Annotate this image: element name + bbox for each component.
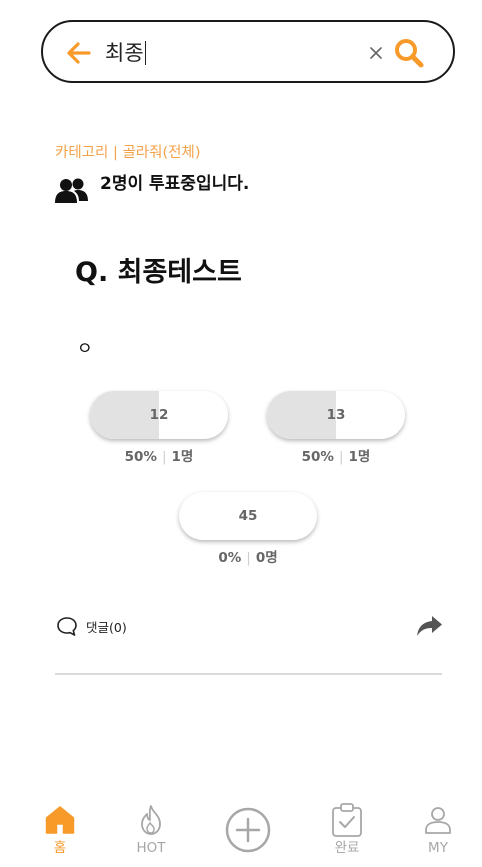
vote-option-2[interactable]: 13 50% | 1명 <box>267 391 405 465</box>
stats-separator: | <box>246 550 251 566</box>
nav-add[interactable] <box>213 797 283 867</box>
home-icon <box>45 806 75 834</box>
bottom-nav: 홈 HOT 완료 MY <box>0 797 482 867</box>
search-query-text: 최종 <box>105 41 144 65</box>
vote-option-3[interactable]: 45 0% | 0명 <box>179 492 317 566</box>
vote-option-stats: 50% | 1명 <box>70 445 248 465</box>
text-caret <box>144 41 147 65</box>
vote-option-stats: 50% | 1명 <box>247 445 425 465</box>
vote-count: 1명 <box>171 449 194 465</box>
vote-option-label: 12 <box>149 407 169 423</box>
voters-text: 2명이 투표중입니다. <box>100 174 250 194</box>
vote-option-pill[interactable]: 45 <box>179 492 317 540</box>
arrow-left-icon[interactable] <box>65 39 93 67</box>
nav-hot[interactable]: HOT <box>116 797 186 867</box>
divider <box>55 673 442 675</box>
vote-option-label: 13 <box>326 407 346 423</box>
plus-circle-icon <box>225 807 271 853</box>
nav-my-label: MY <box>428 840 448 856</box>
question-title: Q. 최종테스트 <box>75 257 242 288</box>
search-input[interactable]: 최종 <box>105 39 147 67</box>
comment-label: 댓글(0) <box>86 620 127 635</box>
category-label[interactable]: 카테고리 | 골라줘(전체) <box>55 143 200 163</box>
speech-bubble-icon <box>57 617 77 636</box>
flame-icon <box>141 805 161 835</box>
vote-percent: 50% <box>301 449 334 465</box>
stats-separator: | <box>161 449 167 465</box>
vote-count: 1명 <box>348 449 371 465</box>
nav-my[interactable]: MY <box>403 797 473 867</box>
vote-count: 0명 <box>255 550 278 566</box>
vote-option-pill[interactable]: 12 <box>90 391 228 439</box>
nav-home-label: 홈 <box>53 840 67 856</box>
nav-hot-label: HOT <box>136 840 166 856</box>
nav-home[interactable]: 홈 <box>25 797 95 867</box>
vote-option-stats: 0% | 0명 <box>159 546 337 566</box>
search-bar: 최종 <box>41 20 455 83</box>
vote-option-1[interactable]: 12 50% | 1명 <box>90 391 228 465</box>
users-icon <box>55 178 88 203</box>
vote-option-label: 45 <box>238 508 258 524</box>
close-icon[interactable] <box>368 45 384 61</box>
vote-option-pill[interactable]: 13 <box>267 391 405 439</box>
search-icon[interactable] <box>393 37 425 69</box>
question-body: ㅇ <box>77 339 93 359</box>
nav-done-label: 완료 <box>334 840 360 856</box>
clipboard-check-icon <box>332 803 362 837</box>
user-icon <box>425 807 451 834</box>
share-icon[interactable] <box>416 614 443 638</box>
nav-done[interactable]: 완료 <box>312 797 382 867</box>
vote-percent: 50% <box>124 449 157 465</box>
vote-percent: 0% <box>218 550 242 566</box>
stats-separator: | <box>338 449 344 465</box>
